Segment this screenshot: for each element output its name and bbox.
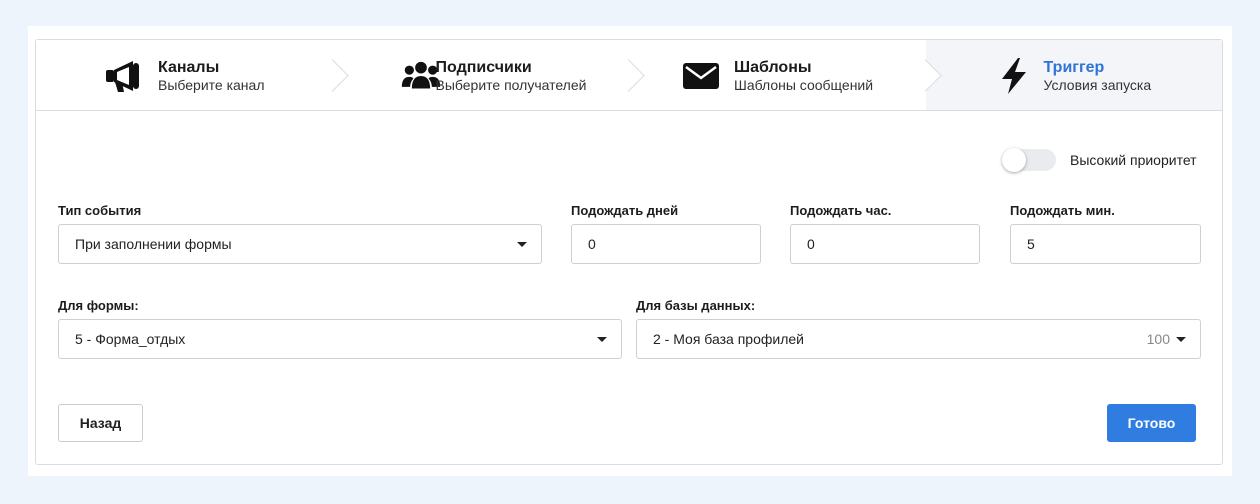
step-title: Триггер bbox=[1043, 59, 1105, 76]
priority-toggle-group: Высокий приоритет bbox=[1002, 147, 1197, 173]
users-icon bbox=[401, 57, 441, 95]
trigger-form-card: Каналы Выберите канал Подписчики Выберит… bbox=[35, 39, 1223, 465]
wait-days-label: Подождать дней bbox=[571, 203, 679, 218]
database-label: Для базы данных: bbox=[636, 298, 756, 313]
chevron-down-icon bbox=[1176, 337, 1186, 342]
wait-days-input[interactable]: 0 bbox=[571, 224, 761, 264]
priority-label: Высокий приоритет bbox=[1070, 152, 1197, 168]
wizard-steps: Каналы Выберите канал Подписчики Выберит… bbox=[36, 40, 1222, 111]
wait-hours-label: Подождать час. bbox=[790, 203, 892, 218]
megaphone-icon bbox=[104, 57, 144, 95]
back-button[interactable]: Назад bbox=[58, 404, 143, 442]
database-select[interactable]: 2 - Моя база профилей 100 bbox=[636, 319, 1201, 359]
database-value: 2 - Моя база профилей bbox=[653, 331, 804, 347]
step-subtitle: Выберите получателей bbox=[435, 77, 587, 93]
chevron-down-icon bbox=[517, 242, 527, 247]
event-type-select[interactable]: При заполнении формы bbox=[58, 224, 542, 264]
wait-hours-input[interactable]: 0 bbox=[790, 224, 980, 264]
step-templates[interactable]: Шаблоны Шаблоны сообщений bbox=[629, 40, 926, 110]
wait-days-value: 0 bbox=[588, 236, 596, 252]
form-label: Для формы: bbox=[58, 298, 139, 313]
database-count: 100 bbox=[1146, 331, 1170, 347]
wait-hours-value: 0 bbox=[807, 236, 815, 252]
wait-minutes-value: 5 bbox=[1027, 236, 1035, 252]
wait-minutes-label: Подождать мин. bbox=[1010, 203, 1115, 218]
step-subtitle: Выберите канал bbox=[158, 77, 265, 93]
chevron-down-icon bbox=[597, 337, 607, 342]
step-trigger[interactable]: Триггер Условия запуска bbox=[925, 40, 1222, 110]
step-title: Подписчики bbox=[435, 59, 532, 76]
wait-minutes-input[interactable]: 5 bbox=[1010, 224, 1201, 264]
step-title: Каналы bbox=[158, 59, 220, 76]
priority-toggle[interactable] bbox=[1002, 148, 1056, 172]
step-subscribers[interactable]: Подписчики Выберите получателей bbox=[332, 40, 629, 110]
step-subtitle: Условия запуска bbox=[1043, 77, 1152, 93]
lightning-icon bbox=[994, 57, 1034, 95]
envelope-icon bbox=[681, 57, 721, 95]
event-type-value: При заполнении формы bbox=[75, 236, 232, 252]
done-button[interactable]: Готово bbox=[1107, 404, 1196, 442]
form-value: 5 - Форма_отдых bbox=[75, 331, 186, 347]
step-subtitle: Шаблоны сообщений bbox=[734, 77, 874, 93]
toggle-knob bbox=[1002, 148, 1026, 172]
form-select[interactable]: 5 - Форма_отдых bbox=[58, 319, 622, 359]
step-title: Шаблоны bbox=[734, 59, 812, 76]
event-type-label: Тип события bbox=[58, 203, 142, 218]
step-channels[interactable]: Каналы Выберите канал bbox=[36, 40, 333, 110]
